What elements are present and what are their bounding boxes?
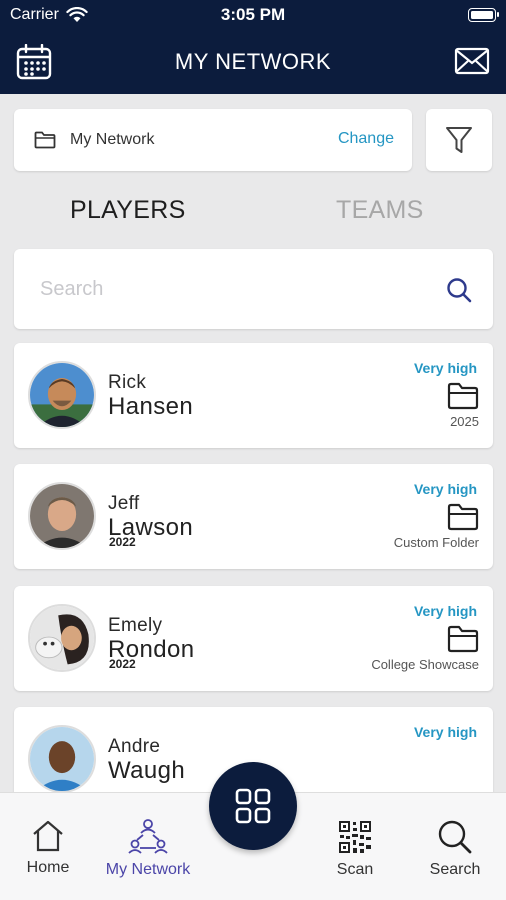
player-rating: Very high xyxy=(413,360,477,376)
search-icon[interactable] xyxy=(446,277,472,303)
search-icon xyxy=(438,820,472,854)
tab-teams[interactable]: TEAMS xyxy=(336,196,424,225)
folder-icon xyxy=(447,503,479,531)
player-last-name: Hansen xyxy=(108,393,194,420)
avatar xyxy=(28,725,96,793)
player-first-name: Emely xyxy=(108,615,163,636)
tab-players[interactable]: PLAYERS xyxy=(70,196,186,225)
nav-my-network[interactable]: My Network xyxy=(94,817,202,879)
status-time: 3:05 PM xyxy=(220,5,286,24)
network-selector[interactable]: My Network Change xyxy=(14,109,412,171)
filter-button[interactable] xyxy=(426,109,492,171)
player-card[interactable]: Emely Rondon 2022 Very high College Show… xyxy=(14,586,493,691)
status-bar: Carrier 3:05 PM xyxy=(0,0,506,30)
nav-search[interactable]: Search xyxy=(424,819,486,879)
filter-icon xyxy=(446,127,472,153)
search-input[interactable] xyxy=(40,273,420,305)
nav-label: Home xyxy=(26,859,70,876)
avatar xyxy=(28,361,96,429)
player-first-name: Andre xyxy=(108,736,161,757)
change-network-link[interactable]: Change xyxy=(338,130,394,148)
mail-icon[interactable] xyxy=(454,46,490,76)
folder-icon xyxy=(447,382,479,410)
player-folder: College Showcase xyxy=(371,657,479,672)
player-first-name: Jeff xyxy=(108,493,140,514)
player-folder: Custom Folder xyxy=(393,535,479,550)
nav-label: My Network xyxy=(105,861,191,878)
player-year: 2022 xyxy=(109,535,136,549)
folder-icon xyxy=(447,625,479,653)
app-header: MY NETWORK xyxy=(0,30,506,94)
avatar xyxy=(28,482,96,550)
grid-icon xyxy=(235,788,271,824)
nav-home[interactable]: Home xyxy=(18,819,78,877)
page-title: MY NETWORK xyxy=(174,49,332,74)
player-rating: Very high xyxy=(413,603,477,619)
folder-icon xyxy=(34,131,56,149)
network-icon xyxy=(128,819,168,854)
qr-code-icon xyxy=(339,821,371,853)
home-icon xyxy=(33,820,63,852)
nav-scan[interactable]: Scan xyxy=(330,819,380,879)
player-card[interactable]: Jeff Lawson 2022 Very high Custom Folder xyxy=(14,464,493,569)
player-rating: Very high xyxy=(413,481,477,497)
nav-label: Scan xyxy=(336,861,374,878)
player-year: 2022 xyxy=(109,657,136,671)
battery-icon xyxy=(468,8,499,22)
player-folder: 2025 xyxy=(450,414,479,429)
network-label: My Network xyxy=(70,131,155,148)
search-bar xyxy=(14,249,493,329)
avatar xyxy=(28,604,96,672)
dashboard-button[interactable] xyxy=(209,762,297,850)
nav-label: Search xyxy=(429,861,481,878)
player-first-name: Rick xyxy=(108,372,147,393)
player-rating: Very high xyxy=(413,724,477,740)
player-card[interactable]: Rick Hansen Very high 2025 xyxy=(14,343,493,448)
player-last-name: Waugh xyxy=(108,757,186,784)
